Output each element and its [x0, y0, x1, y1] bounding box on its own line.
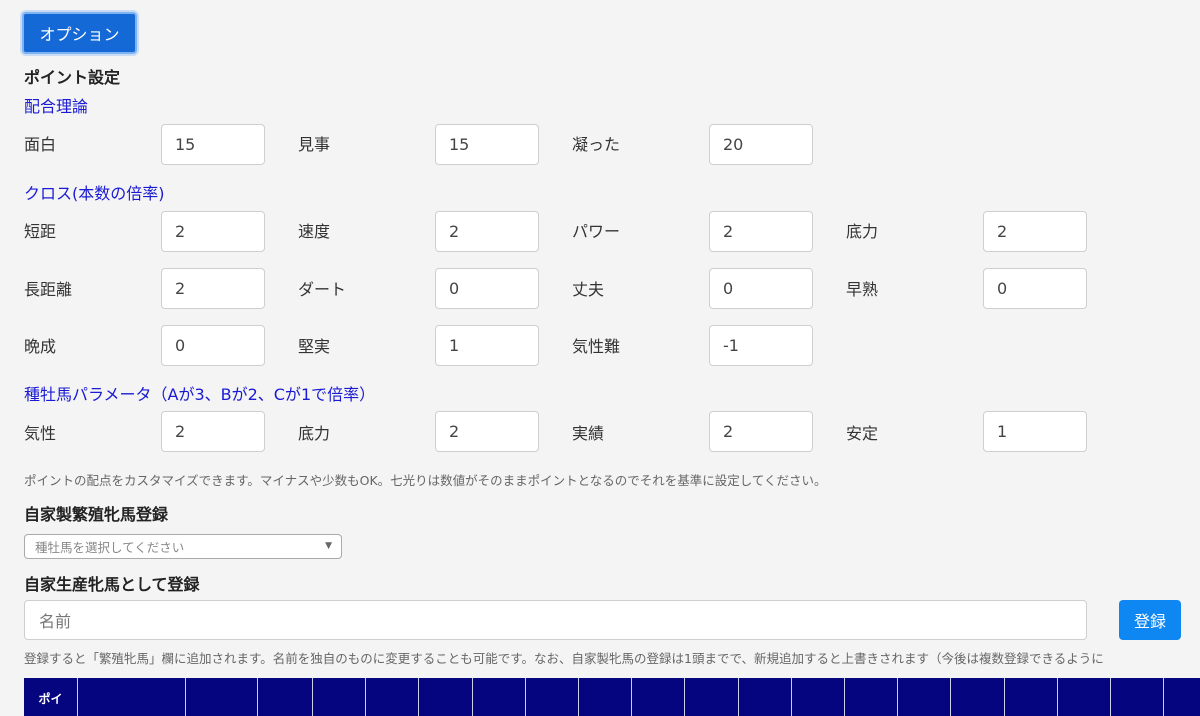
sokoryoku-input[interactable]: 2 — [983, 211, 1087, 252]
name-input[interactable]: 名前 — [24, 600, 1087, 640]
table-header-cell — [685, 678, 739, 716]
options-button[interactable]: オプション — [22, 12, 137, 54]
stallion-sokoryoku-input[interactable]: 2 — [435, 411, 539, 452]
field-label: 実績 — [572, 424, 605, 443]
table-header-cell — [473, 678, 526, 716]
omoshiro-input[interactable]: 15 — [161, 124, 265, 165]
table-header-cell — [313, 678, 366, 716]
field-label: 気性 — [24, 424, 57, 443]
table-header-cell — [78, 678, 186, 716]
point-settings-title: ポイント設定 — [24, 68, 121, 87]
home-produced-title: 自家生産牝馬として登録 — [24, 575, 200, 594]
table-header-cell — [258, 678, 313, 716]
field-label: 堅実 — [298, 337, 331, 356]
stallion-params-heading: 種牡馬パラメータ（Aが3、Bが2、Cが1で倍率） — [24, 385, 376, 404]
cross-heading: クロス(本数の倍率) — [24, 184, 165, 203]
table-header-cell: ポイ — [24, 678, 78, 716]
point-settings-note: ポイントの配点をカスタマイズできます。マイナスや少数もOK。七光りは数値がそのま… — [24, 473, 827, 488]
field-label: ダート — [298, 280, 347, 299]
stallion-select-placeholder: 種牡馬を選択してください — [35, 540, 185, 555]
field-label: 面白 — [24, 135, 57, 154]
antei-input[interactable]: 1 — [983, 411, 1087, 452]
chokyori-input[interactable]: 2 — [161, 268, 265, 309]
field-label: 晩成 — [24, 337, 57, 356]
table-header-cell — [845, 678, 898, 716]
field-label: 見事 — [298, 135, 331, 154]
bansei-input[interactable]: 0 — [161, 325, 265, 366]
home-breeding-title: 自家製繁殖牝馬登録 — [24, 505, 169, 524]
kisho-input[interactable]: 2 — [161, 411, 265, 452]
power-input[interactable]: 2 — [709, 211, 813, 252]
field-label: 気性難 — [572, 337, 621, 356]
table-header-cell — [898, 678, 951, 716]
sojuku-input[interactable]: 0 — [983, 268, 1087, 309]
tankyori-input[interactable]: 2 — [161, 211, 265, 252]
migoto-input[interactable]: 15 — [435, 124, 539, 165]
table-header-cell — [186, 678, 258, 716]
dirt-input[interactable]: 0 — [435, 268, 539, 309]
jobu-input[interactable]: 0 — [709, 268, 813, 309]
chevron-down-icon: ▼ — [325, 541, 332, 551]
field-label: パワー — [572, 222, 621, 241]
kishonan-input[interactable]: -1 — [709, 325, 813, 366]
table-header-cell — [1111, 678, 1164, 716]
table-header-cell — [1058, 678, 1111, 716]
table-header-cell — [526, 678, 579, 716]
table-header-cell — [366, 678, 419, 716]
home-produced-note: 登録すると「繁殖牝馬」欄に追加されます。名前を独自のものに変更することも可能です… — [24, 651, 1104, 666]
haigo-heading: 配合理論 — [24, 97, 89, 116]
field-label: 長距離 — [24, 280, 73, 299]
field-label: 底力 — [846, 222, 879, 241]
field-label: 早熟 — [846, 280, 879, 299]
field-label: 短距 — [24, 222, 57, 241]
register-button[interactable]: 登録 — [1119, 600, 1181, 640]
table-header-cell — [951, 678, 1005, 716]
kotta-input[interactable]: 20 — [709, 124, 813, 165]
field-label: 凝った — [572, 135, 621, 154]
field-label: 丈夫 — [572, 280, 605, 299]
points-table-header: ポイ — [24, 678, 1200, 716]
field-label: 速度 — [298, 222, 331, 241]
table-header-cell — [419, 678, 473, 716]
field-label: 安定 — [846, 424, 879, 443]
table-header-cell — [579, 678, 632, 716]
stallion-select[interactable]: 種牡馬を選択してください ▼ — [24, 534, 342, 559]
table-header-cell — [792, 678, 845, 716]
sokudo-input[interactable]: 2 — [435, 211, 539, 252]
table-header-cell — [632, 678, 685, 716]
table-header-cell — [1005, 678, 1058, 716]
table-header-cell — [739, 678, 792, 716]
jisseki-input[interactable]: 2 — [709, 411, 813, 452]
kenjitsu-input[interactable]: 1 — [435, 325, 539, 366]
field-label: 底力 — [298, 424, 331, 443]
